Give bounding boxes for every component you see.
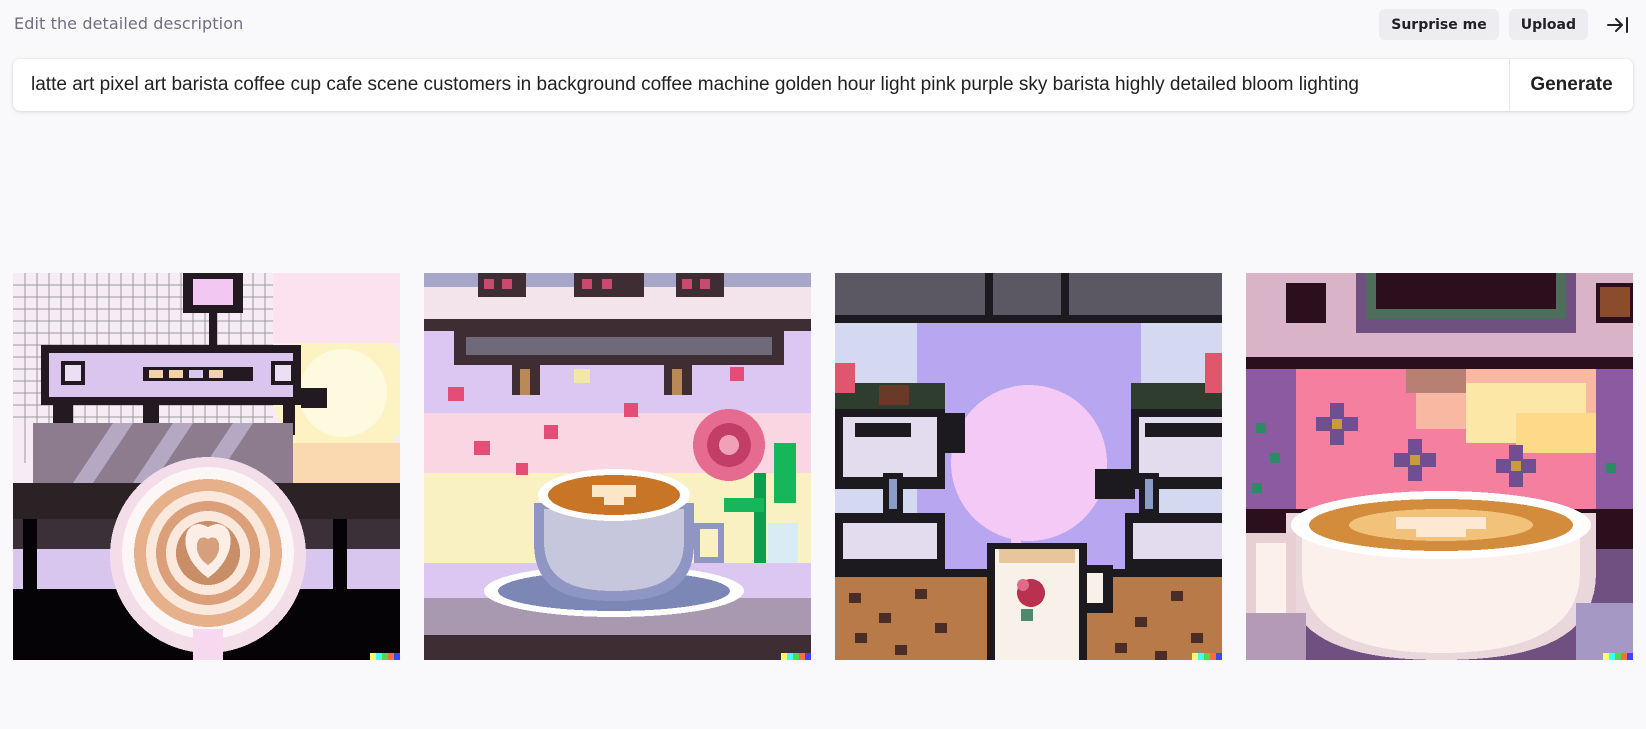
result-image-3[interactable] [835, 273, 1222, 660]
signature-stripe [1192, 653, 1222, 660]
top-bar: Edit the detailed description Surprise m… [0, 0, 1646, 48]
image-3-art [835, 273, 1222, 660]
image-4-art [1246, 273, 1633, 660]
image-2-art [424, 273, 811, 660]
description-label: Edit the detailed description [14, 14, 244, 33]
signature-stripe [1603, 653, 1633, 660]
prompt-input[interactable]: latte art pixel art barista coffee cup c… [13, 59, 1509, 111]
result-image-1[interactable] [13, 273, 400, 660]
image-1-art [13, 273, 400, 660]
signature-stripe [781, 653, 811, 660]
result-image-4[interactable] [1246, 273, 1633, 660]
results-gallery [13, 273, 1633, 660]
surprise-me-button[interactable]: Surprise me [1379, 9, 1499, 40]
top-actions: Surprise me Upload [1379, 9, 1632, 40]
result-image-2[interactable] [424, 273, 811, 660]
arrow-to-right-icon[interactable] [1604, 11, 1632, 39]
prompt-bar: latte art pixel art barista coffee cup c… [13, 59, 1633, 111]
generate-button[interactable]: Generate [1509, 59, 1633, 111]
signature-stripe [370, 653, 400, 660]
upload-button[interactable]: Upload [1508, 9, 1588, 40]
